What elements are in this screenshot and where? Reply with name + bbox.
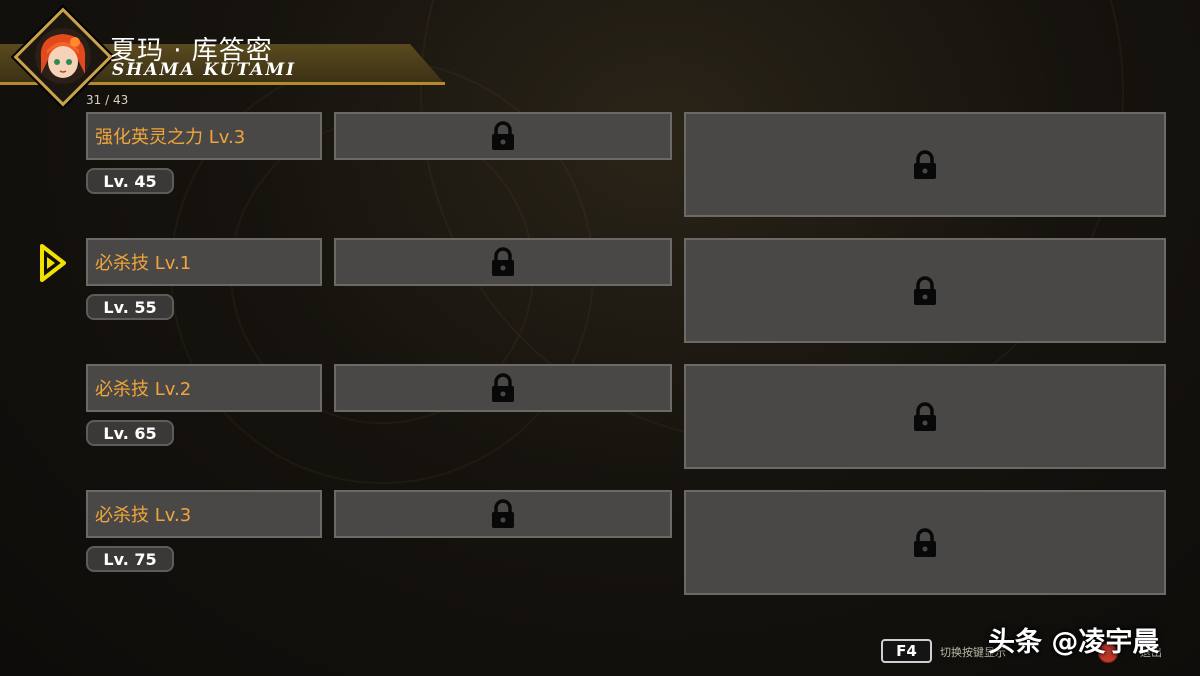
skill-counter: 31 / 43 <box>86 93 129 107</box>
lock-icon <box>492 121 514 150</box>
skill-row[interactable]: 必杀技 Lv.3 Lv. 75 <box>0 490 1200 600</box>
level-badge: Lv. 55 <box>86 294 174 320</box>
locked-slot[interactable] <box>334 238 672 286</box>
locked-slot-large[interactable] <box>684 490 1166 595</box>
level-badge: Lv. 65 <box>86 420 174 446</box>
character-portrait <box>35 28 91 84</box>
character-name-en: SHAMA KUTAMI <box>112 60 297 80</box>
level-badge: Lv. 75 <box>86 546 174 572</box>
skill-row[interactable]: 强化英灵之力 Lv.3 Lv. 45 <box>0 112 1200 222</box>
skill-name-box[interactable]: 必杀技 Lv.3 <box>86 490 322 538</box>
skill-name-box[interactable]: 必杀技 Lv.1 <box>86 238 322 286</box>
skill-row[interactable]: 必杀技 Lv.1 Lv. 55 <box>0 238 1200 348</box>
skill-name: 强化英灵之力 Lv.3 <box>95 127 246 148</box>
level-badge: Lv. 45 <box>86 168 174 194</box>
watermark: 头条 @凌宇晨 <box>988 627 1160 658</box>
lock-icon <box>492 373 514 402</box>
lock-icon <box>914 149 936 179</box>
lock-icon <box>492 247 514 276</box>
locked-slot-large[interactable] <box>684 238 1166 343</box>
lock-icon <box>492 499 514 528</box>
skill-name-box[interactable]: 必杀技 Lv.2 <box>86 364 322 412</box>
skill-name: 必杀技 Lv.1 <box>95 253 192 274</box>
locked-slot-large[interactable] <box>684 364 1166 469</box>
lock-icon <box>914 275 936 305</box>
lock-icon <box>914 401 936 431</box>
skill-name-box[interactable]: 强化英灵之力 Lv.3 <box>86 112 322 160</box>
locked-slot-large[interactable] <box>684 112 1166 217</box>
skill-name: 必杀技 Lv.2 <box>95 379 192 400</box>
skill-name: 必杀技 Lv.3 <box>95 505 192 526</box>
f4-key-button[interactable]: F4 <box>881 639 932 663</box>
skill-row[interactable]: 必杀技 Lv.2 Lv. 65 <box>0 364 1200 474</box>
locked-slot[interactable] <box>334 112 672 160</box>
locked-slot[interactable] <box>334 364 672 412</box>
lock-icon <box>914 527 936 557</box>
locked-slot[interactable] <box>334 490 672 538</box>
